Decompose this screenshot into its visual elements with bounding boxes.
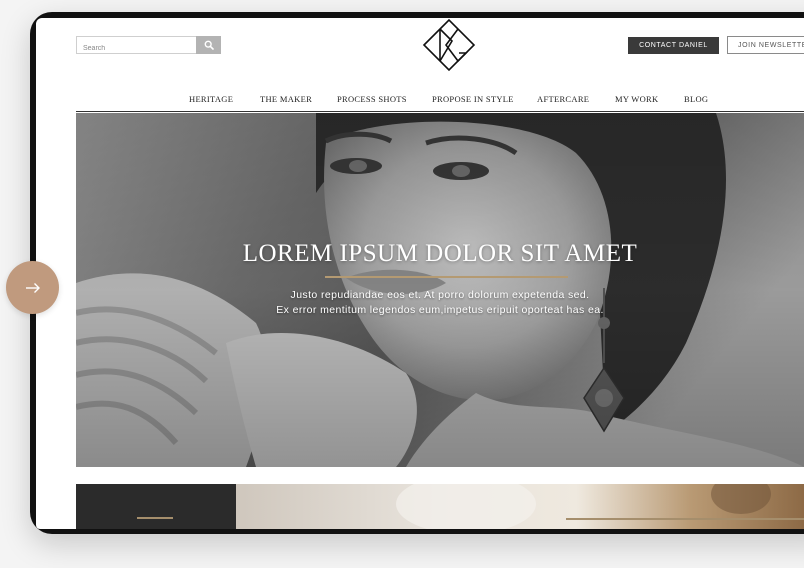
main-nav: HERITAGE THE MAKER PROCESS SHOTS PROPOSE… — [36, 94, 804, 108]
join-newsletter-button[interactable]: JOIN NEWSLETTER — [727, 36, 804, 54]
featured-dark-rule — [137, 517, 173, 519]
hero-banner: LOREM IPSUM DOLOR SIT AMET Justo repudia… — [76, 113, 804, 467]
nav-divider — [76, 111, 804, 112]
nav-item-aftercare[interactable]: AFTERCARE — [537, 94, 589, 104]
search-icon — [204, 40, 214, 50]
hero-title-underline — [325, 276, 568, 278]
hero-title: LOREM IPSUM DOLOR SIT AMET — [242, 240, 638, 267]
dg-monogram-logo[interactable] — [421, 18, 477, 72]
browser-screen: CONTACT DANIEL JOIN NEWSLETTER HERITAGE … — [36, 18, 804, 529]
next-slide-button[interactable] — [6, 261, 59, 314]
nav-item-propose-in-style[interactable]: PROPOSE IN STYLE — [432, 94, 514, 104]
featured-ring-image — [236, 484, 804, 529]
featured-strip — [76, 484, 804, 529]
search-input[interactable] — [77, 40, 207, 57]
contact-button[interactable]: CONTACT DANIEL — [628, 37, 719, 54]
hero-subtitle-line-2: Ex error mentitum legendos eum,impetus e… — [276, 304, 604, 316]
featured-photo-rule — [566, 518, 804, 520]
hero-subtitle-line-1: Justo repudiandae eos et. At porro dolor… — [290, 289, 590, 301]
search-button[interactable] — [196, 36, 221, 54]
nav-item-the-maker[interactable]: THE MAKER — [260, 94, 312, 104]
nav-item-blog[interactable]: BLOG — [684, 94, 708, 104]
arrow-right-icon — [25, 282, 40, 293]
nav-item-process-shots[interactable]: PROCESS SHOTS — [337, 94, 407, 104]
featured-dark-panel — [76, 484, 236, 529]
nav-item-heritage[interactable]: HERITAGE — [189, 94, 233, 104]
nav-item-my-work[interactable]: MY WORK — [615, 94, 658, 104]
